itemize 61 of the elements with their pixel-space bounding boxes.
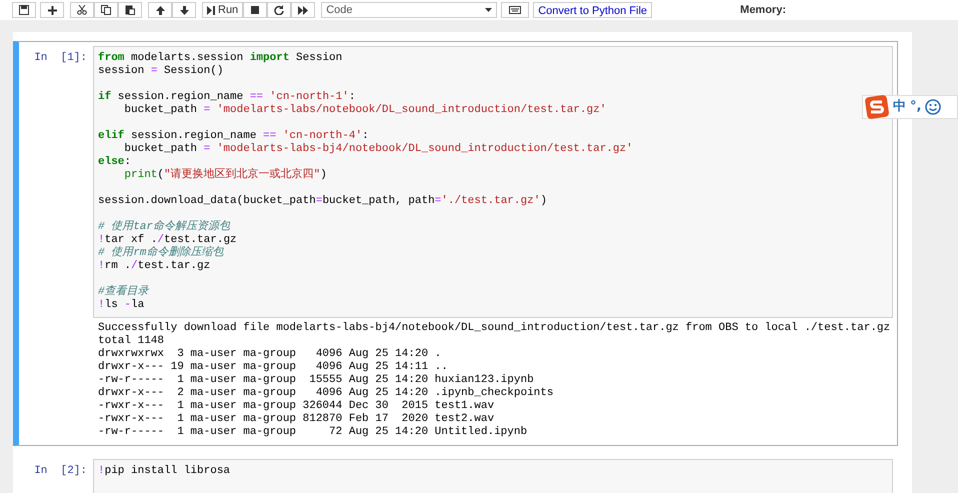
save-icon [19,5,29,15]
restart-icon [274,5,284,15]
output-line: Successfully download file modelarts-labs-bj4/notebook/DL_sound_introduction/test.tar.gz from OBS to local ./test.tar.gz [98,322,890,335]
add-cell-button[interactable] [40,2,64,18]
arrow-down-icon [180,6,188,14]
code-line: from modelarts.session import Session [98,52,342,65]
cell-prompt: In [1]: [33,51,88,66]
cell-type-select[interactable]: Code [321,2,498,18]
code-line: elif session.region_name == 'cn-north-4': [98,130,369,143]
code-line: !rm ./test.tar.gz [98,260,210,273]
fast-forward-icon [298,6,308,14]
code-line: bucket_path = 'modelarts-labs-bj4/notebook/DL_sound_introduction/test.tar.gz' [124,143,633,156]
code-line: session.download_data(bucket_path=bucket_path, path='./test.tar.gz') [98,195,547,208]
output-line: drwxr-x--- 2 ma-user ma-group 4096 Aug 25 14:20 .ipynb_checkpoints [98,387,554,400]
code-line: !tar xf ./test.tar.gz [98,234,237,246]
output-line: -rwxr-x--- 1 ma-user ma-group 812870 Feb 17 2020 test2.wav [98,413,494,426]
move-down-button[interactable] [172,2,196,18]
code-line: print("请更换地区到北京一或北京四") [123,169,327,182]
ime-punctuation-label[interactable]: °, [910,97,922,117]
scissors-icon [77,5,87,15]
cell-prompt: In [2]: [33,464,88,479]
code-line: !ls -la [98,299,144,312]
cut-button[interactable] [70,2,94,18]
run-button[interactable]: Run [202,2,244,18]
code-line: bucket_path = 'modelarts-labs/notebook/DL_sound_introduction/test.tar.gz' [123,104,606,117]
save-button[interactable] [12,2,36,18]
ime-mode-label[interactable]: 中 [893,97,906,117]
code-input[interactable]: !pip install librosa [93,459,893,493]
code-line: if session.region_name == 'cn-north-1': [98,91,356,104]
code-line: #查看目录 [98,286,149,299]
convert-button[interactable]: Convert to Python File [533,2,652,18]
emoji-icon[interactable] [925,99,942,115]
plus-icon [48,6,56,14]
code-input[interactable] [93,46,893,318]
code-line: else: [98,156,132,169]
code-line: # 使用rm命令删除压缩包 [98,247,224,260]
copy-icon [101,5,111,15]
output-line: -rwxr-x--- 1 ma-user ma-group 326044 Dec 30 2015 test1.wav [98,400,494,413]
paste-button[interactable] [118,2,142,18]
step-forward-icon [207,6,215,14]
code-line: session = Session() [98,65,224,78]
fast-forward-button[interactable] [291,2,316,18]
caret-icon [485,8,492,12]
code-line: # 使用tar命令解压资源包 [98,221,230,234]
command-palette-button[interactable] [501,2,530,18]
memory-label: Memory: [740,2,786,18]
paste-icon [125,5,135,15]
arrow-up-icon [156,6,164,14]
output-line: -rw-r----- 1 ma-user ma-group 15555 Aug 25 14:20 huxian123.ipynb [98,374,534,387]
output-line: -rw-r----- 1 ma-user ma-group 72 Aug 25 14:20 Untitled.ipynb [98,426,528,439]
code-line: !pip install librosa [98,465,230,478]
stop-button[interactable] [243,2,268,18]
output-line: drwxr-x--- 19 ma-user ma-group 4096 Aug 25 14:11 .. [98,361,448,374]
move-up-button[interactable] [148,2,172,18]
keyboard-icon [509,6,522,14]
copy-button[interactable] [94,2,118,18]
restart-button[interactable] [267,2,292,18]
output-line: total 1148 [98,335,164,348]
notebook-cell[interactable]: In [2]: !pip install librosa [13,454,898,493]
output-line: drwxrwxrwx 3 ma-user ma-group 4096 Aug 25 14:20 . [98,348,442,361]
stop-icon [251,6,260,14]
